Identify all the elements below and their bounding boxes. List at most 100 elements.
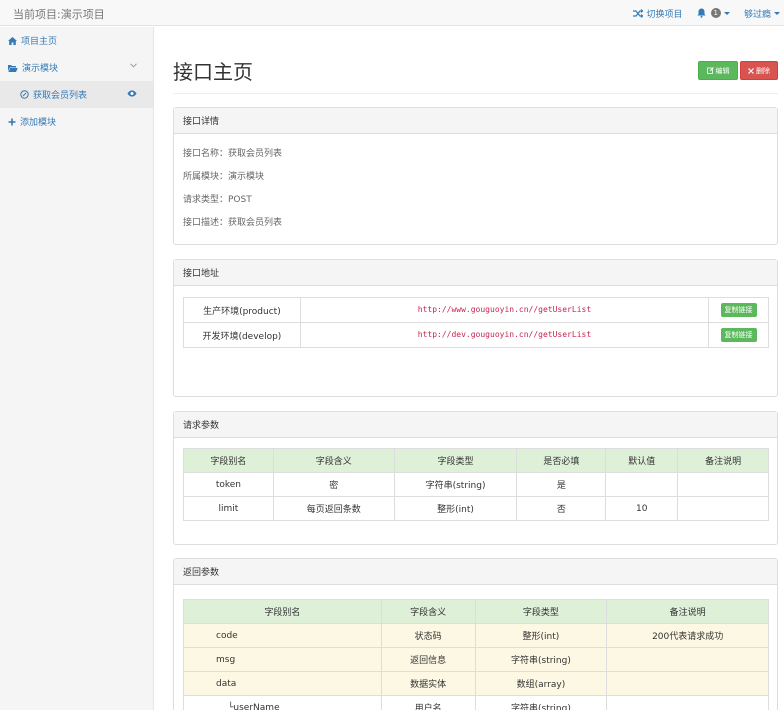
main-content: 接口主页 编辑 删除 接口详情 接口名称：获取会员列表 所属模块：演示模块 请求… [155, 27, 784, 710]
table-row: msg 返回信息 字符串(string) [183, 647, 769, 672]
divider [173, 93, 778, 94]
project-brand[interactable]: 当前项目:演示项目 [13, 6, 105, 22]
chevron-down-icon [130, 63, 137, 68]
sidebar-item-label: 获取会员列表 [33, 91, 88, 101]
table-cell: └userName [183, 695, 382, 710]
table-cell [606, 647, 769, 672]
edit-button[interactable]: 编辑 [698, 61, 738, 80]
table-row: data 数据实体 数组(array) [183, 671, 769, 696]
table-row: 生产环境(product) http://www.gouguoyin.cn//g… [183, 297, 769, 323]
table-cell: 状态码 [380, 623, 476, 648]
close-icon [748, 67, 754, 74]
bell-icon [697, 8, 706, 18]
chevron-down-icon [723, 11, 730, 15]
detail-module: 所属模块：演示模块 [183, 172, 265, 182]
copy-cell: 复制链接 [708, 322, 769, 348]
table-row: code 状态码 整形(int) 200代表请求成功 [183, 623, 769, 648]
table-header-row: 字段别名 字段含义 字段类型 是否必填 默认值 备注说明 [183, 448, 769, 473]
table-cell: 是 [516, 472, 607, 497]
sidebar-item-label: 添加模块 [20, 118, 57, 128]
notification-badge: 1 [710, 8, 721, 18]
copy-cell: 复制链接 [708, 297, 769, 323]
table-cell: msg [183, 647, 382, 672]
table-cell [606, 671, 769, 696]
chevron-down-icon [774, 11, 780, 15]
table-cell: token [183, 472, 274, 497]
table-cell: 每页返回条数 [272, 496, 395, 521]
url-text[interactable]: http://dev.gouguoyin.cn//getUserList [418, 330, 591, 339]
column-header: 字段别名 [183, 448, 274, 473]
copy-link-button[interactable]: 复制链接 [720, 328, 757, 342]
table-cell: 密 [272, 472, 395, 497]
table-header-row: 字段别名 字段含义 字段类型 备注说明 [183, 599, 769, 624]
table-cell: 字符串(string) [474, 647, 608, 672]
page-title: 接口主页 [173, 60, 253, 84]
edit-icon [706, 67, 714, 74]
sidebar-item-demo-module[interactable]: 演示模块 [0, 54, 153, 81]
sidebar-item-add-module[interactable]: 添加模块 [0, 108, 153, 135]
sidebar: 项目主页 演示模块 获取会员列表 添加模块 [0, 27, 154, 710]
env-cell: 生产环境(product) [183, 297, 301, 323]
table-cell: 字符串(string) [393, 472, 518, 497]
edit-label: 编辑 [715, 66, 730, 75]
sidebar-item-get-member-list[interactable]: 获取会员列表 [0, 81, 153, 108]
sidebar-item-project-home[interactable]: 项目主页 [0, 27, 153, 54]
table-cell: 整形(int) [474, 623, 608, 648]
table-row: limit 每页返回条数 整形(int) 否 10 [183, 496, 769, 521]
table-cell [677, 472, 769, 497]
table-cell: 返回信息 [380, 647, 476, 672]
user-name: 够过瘾 [743, 9, 771, 20]
detail-name: 接口名称：获取会员列表 [183, 149, 283, 159]
url-text[interactable]: http://www.gouguoyin.cn//getUserList [418, 305, 591, 314]
response-params-table: 字段别名 字段含义 字段类型 备注说明 code 状态码 整形(int) 200… [183, 599, 769, 710]
interface-detail-panel: 接口详情 接口名称：获取会员列表 所属模块：演示模块 请求类型：POST 接口描… [173, 107, 778, 245]
table-cell: 200代表请求成功 [606, 623, 769, 648]
delete-label: 删除 [756, 66, 770, 75]
switch-project-label: 切换项目 [646, 9, 683, 20]
table-cell: 字符串(string) [474, 695, 608, 710]
table-cell [677, 496, 769, 521]
top-nav: 切换项目 1 够过瘾 [632, 0, 784, 26]
url-cell: http://dev.gouguoyin.cn//getUserList [299, 322, 710, 348]
table-row: 开发环境(develop) http://dev.gouguoyin.cn//g… [183, 322, 769, 348]
env-cell: 开发环境(develop) [183, 322, 301, 348]
table-cell: data [183, 671, 382, 696]
url-cell: http://www.gouguoyin.cn//getUserList [299, 297, 710, 323]
eye-icon[interactable] [127, 90, 137, 97]
table-cell: 整形(int) [393, 496, 518, 521]
folder-open-icon [8, 64, 18, 72]
table-cell: 10 [605, 496, 679, 521]
delete-button[interactable]: 删除 [740, 61, 778, 80]
table-cell [606, 695, 769, 710]
switch-project-link[interactable]: 切换项目 [632, 7, 683, 20]
interface-address-panel: 接口地址 生产环境(product) http://www.gouguoyin.… [173, 259, 778, 397]
panel-heading: 返回参数 [174, 559, 777, 585]
request-params-table: 字段别名 字段含义 字段类型 是否必填 默认值 备注说明 token 密 字符串… [183, 448, 769, 521]
column-header: 字段类型 [474, 599, 608, 624]
notifications-dropdown[interactable]: 1 [697, 8, 730, 18]
plus-icon [8, 118, 16, 125]
table-cell: code [183, 623, 382, 648]
table-row: token 密 字符串(string) 是 [183, 472, 769, 497]
detail-description: 接口描述：获取会员列表 [183, 218, 283, 228]
panel-heading: 接口地址 [174, 260, 777, 286]
column-header: 字段类型 [393, 448, 518, 473]
response-params-panel: 返回参数 字段别名 字段含义 字段类型 备注说明 code 状态码 整形(int… [173, 558, 778, 710]
table-cell: 用户名 [380, 695, 476, 710]
home-icon [8, 36, 17, 45]
column-header: 字段别名 [183, 599, 382, 624]
copy-link-button[interactable]: 复制链接 [720, 303, 757, 317]
column-header: 字段含义 [380, 599, 476, 624]
request-params-panel: 请求参数 字段别名 字段含义 字段类型 是否必填 默认值 备注说明 token … [173, 411, 778, 545]
table-cell: 数组(array) [474, 671, 608, 696]
sidebar-item-label: 项目主页 [21, 37, 58, 47]
panel-heading: 请求参数 [174, 412, 777, 438]
column-header: 备注说明 [606, 599, 769, 624]
user-dropdown[interactable]: 够过瘾 [744, 7, 780, 20]
table-row: └userName 用户名 字符串(string) [183, 695, 769, 710]
link-icon [20, 90, 29, 99]
address-table: 生产环境(product) http://www.gouguoyin.cn//g… [183, 297, 769, 348]
column-header: 字段含义 [272, 448, 395, 473]
detail-method: 请求类型：POST [183, 195, 252, 205]
column-header: 备注说明 [677, 448, 769, 473]
